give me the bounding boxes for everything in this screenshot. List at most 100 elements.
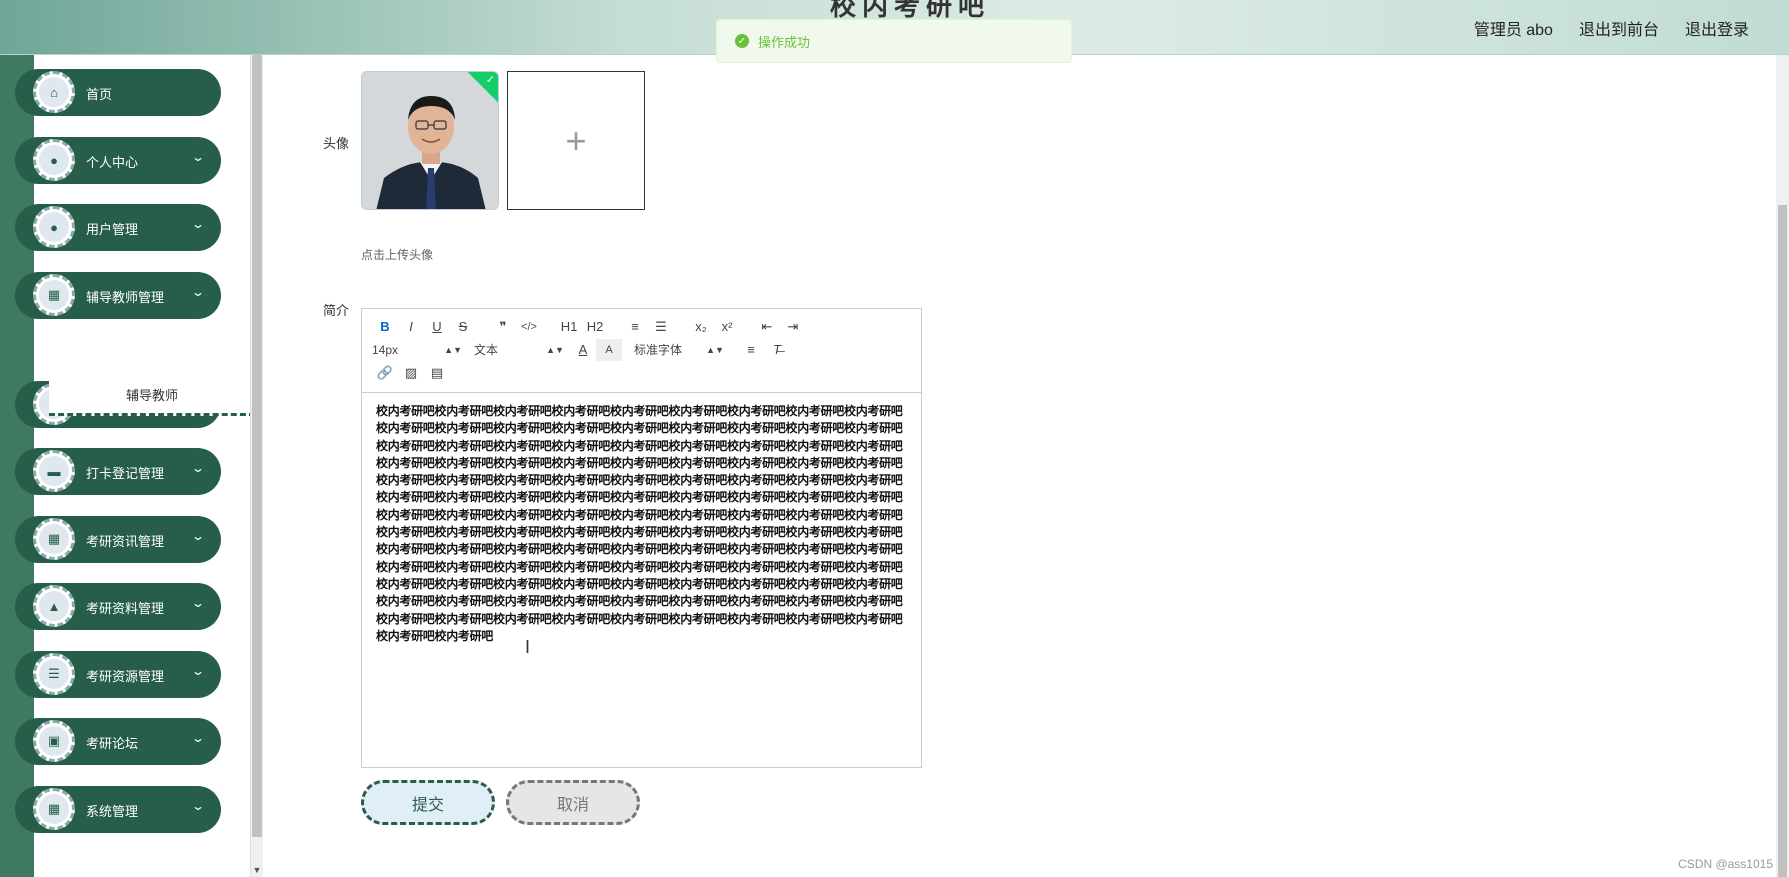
sidebar-item-0[interactable]: ⌂ 首页 xyxy=(15,69,221,116)
strike-button[interactable]: S xyxy=(450,316,476,338)
admin-user-label[interactable]: 管理员 abo xyxy=(1474,16,1553,40)
bullet-list-button[interactable]: ☰ xyxy=(648,316,674,338)
chevron-down-icon: ⌄ xyxy=(190,731,206,745)
avatar-upload-button[interactable]: + xyxy=(507,71,645,210)
sidebar-item-label: 系统管理 xyxy=(86,804,139,819)
sidebar-item-9[interactable]: ▣ 考研论坛 ⌄ xyxy=(15,718,221,765)
font-color-icon[interactable]: A xyxy=(570,339,596,361)
heading-select[interactable]: 文本 ▲▼ xyxy=(474,339,570,361)
outdent-button[interactable]: ⇤ xyxy=(754,316,780,338)
sidebar-icon-frame: ▦ xyxy=(33,788,75,830)
sidebar-item-label: 打卡登记管理 xyxy=(86,466,165,481)
sidebar-item-label: 考研资料管理 xyxy=(86,601,165,616)
intro-label: 简介 xyxy=(323,303,350,318)
sidebar-item-6[interactable]: ▦ 考研资讯管理 ⌄ xyxy=(15,516,221,563)
sidebar-item-label: 考研资源管理 xyxy=(86,669,165,684)
font-family-select[interactable]: 标准字体 ▲▼ xyxy=(634,339,730,361)
link-icon[interactable]: 🔗 xyxy=(372,362,398,384)
editor-toolbar: B I U S ❞ </> H1 H2 ≡ ☰ x₂ x² ⇤ ⇥ 14px ▲… xyxy=(362,309,921,393)
code-block-button[interactable]: </> xyxy=(516,316,542,338)
user-links: 管理员 abo 退出到前台 退出登录 xyxy=(1474,0,1749,55)
avatar-photo xyxy=(362,72,498,209)
sidebar-icon-frame: ▬ xyxy=(33,450,75,492)
avatar-preview[interactable]: ✓ xyxy=(361,71,499,210)
underline-button[interactable]: U xyxy=(424,316,450,338)
h2-button[interactable]: H2 xyxy=(582,316,608,338)
italic-button[interactable]: I xyxy=(398,316,424,338)
sidebar-item-2[interactable]: ● 用户管理 ⌄ xyxy=(15,204,221,251)
sidebar-item-7[interactable]: ▲ 考研资料管理 ⌄ xyxy=(15,583,221,630)
sidebar-icon-frame: ● xyxy=(33,139,75,181)
ordered-list-button[interactable]: ≡ xyxy=(622,316,648,338)
superscript-button[interactable]: x² xyxy=(714,316,740,338)
monitor-icon: ▬ xyxy=(39,456,69,486)
select-caret-icon: ▲▼ xyxy=(706,344,724,355)
sidebar: ⌂首页●个人中心⌄●用户管理⌄▦辅导教师管理⌄▦打卡类型管理⌄▬打卡登记管理⌄▦… xyxy=(15,55,255,877)
chevron-down-icon: ⌄ xyxy=(190,150,206,164)
sidebar-scrollbar-thumb[interactable] xyxy=(252,55,262,837)
background-color-icon[interactable]: A xyxy=(596,338,622,361)
bold-button[interactable]: B xyxy=(372,316,398,338)
sidebar-item-label: 用户管理 xyxy=(86,222,139,237)
list-icon: ☰ xyxy=(39,659,69,689)
sidebar-icon-frame: ☰ xyxy=(33,653,75,695)
sidebar-icon-frame: ▲ xyxy=(33,585,75,627)
submit-button[interactable]: 提交 xyxy=(361,780,495,825)
sidebar-item-label: 个人中心 xyxy=(86,155,139,170)
toast-message: 操作成功 xyxy=(758,34,811,50)
submenu-item-tutor[interactable]: 辅导教师 xyxy=(49,376,255,416)
font-size-select[interactable]: 14px ▲▼ xyxy=(372,339,468,361)
grid-icon: ▦ xyxy=(39,524,69,554)
main-scrollbar[interactable] xyxy=(1776,55,1789,877)
sidebar-item-3[interactable]: ▦ 辅导教师管理 ⌄ xyxy=(15,272,221,319)
sidebar-scrollbar[interactable]: ▼ xyxy=(250,55,263,877)
scroll-down-arrow-icon[interactable]: ▼ xyxy=(251,865,263,875)
select-caret-icon: ▲▼ xyxy=(444,344,462,355)
sidebar-item-8[interactable]: ☰ 考研资源管理 ⌄ xyxy=(15,651,221,698)
home-icon: ⌂ xyxy=(39,77,69,107)
chevron-down-icon: ⌄ xyxy=(190,799,206,813)
heading-value: 文本 xyxy=(474,343,499,357)
sidebar-icon-frame: ▦ xyxy=(33,274,75,316)
indent-button[interactable]: ⇥ xyxy=(780,316,806,338)
chevron-down-icon: ⌄ xyxy=(190,529,206,543)
user-card-icon: ▲ xyxy=(39,591,69,621)
sidebar-icon-frame: ▦ xyxy=(33,518,75,560)
sidebar-icon-frame: ⌂ xyxy=(33,71,75,113)
check-icon: ✓ xyxy=(485,74,495,86)
chevron-down-icon: ⌄ xyxy=(190,596,206,610)
font-size-value: 14px xyxy=(372,342,399,357)
chevron-down-icon: ⌄ xyxy=(190,285,206,299)
upload-tip: 点击上传头像 xyxy=(361,248,434,262)
video-icon[interactable]: ▤ xyxy=(424,362,450,384)
select-caret-icon: ▲▼ xyxy=(546,344,564,355)
sidebar-item-10[interactable]: ▦ 系统管理 ⌄ xyxy=(15,786,221,833)
sidebar-item-label: 考研论坛 xyxy=(86,736,139,751)
cancel-button[interactable]: 取消 xyxy=(506,780,640,825)
exit-to-frontend-link[interactable]: 退出到前台 xyxy=(1579,16,1659,40)
sidebar-item-label: 首页 xyxy=(86,87,113,102)
toolbar-row-3: 🔗 ▨ ▤ xyxy=(372,361,911,384)
editor-content[interactable]: 校内考研吧校内考研吧校内考研吧校内考研吧校内考研吧校内考研吧校内考研吧校内考研吧… xyxy=(362,393,921,655)
check-circle-icon: ✓ xyxy=(735,34,749,48)
text-cursor-icon: I xyxy=(525,637,531,657)
main-scrollbar-thumb[interactable] xyxy=(1778,205,1787,877)
sidebar-item-1[interactable]: ● 个人中心 ⌄ xyxy=(15,137,221,184)
bulb-icon: ● xyxy=(39,212,69,242)
blockquote-button[interactable]: ❞ xyxy=(490,316,516,338)
rich-text-editor[interactable]: B I U S ❞ </> H1 H2 ≡ ☰ x₂ x² ⇤ ⇥ 14px ▲… xyxy=(361,308,922,768)
chevron-down-icon: ⌄ xyxy=(190,664,206,678)
sidebar-item-5[interactable]: ▬ 打卡登记管理 ⌄ xyxy=(15,448,221,495)
clear-format-icon[interactable]: T̶ xyxy=(764,339,790,361)
align-icon[interactable]: ≡ xyxy=(738,339,764,361)
image-icon[interactable]: ▨ xyxy=(398,362,424,384)
chevron-down-icon: ⌄ xyxy=(190,217,206,231)
subscript-button[interactable]: x₂ xyxy=(688,316,714,338)
font-family-value: 标准字体 xyxy=(634,343,683,357)
logout-link[interactable]: 退出登录 xyxy=(1685,16,1749,40)
clipboard-icon: ▣ xyxy=(39,726,69,756)
chevron-down-icon: ⌄ xyxy=(190,461,206,475)
h1-button[interactable]: H1 xyxy=(556,316,582,338)
toolbar-row-2: 14px ▲▼ 文本 ▲▼ A A 标准字体 ▲▼ ≡ T̶ xyxy=(372,338,911,361)
person-icon: ● xyxy=(39,145,69,175)
